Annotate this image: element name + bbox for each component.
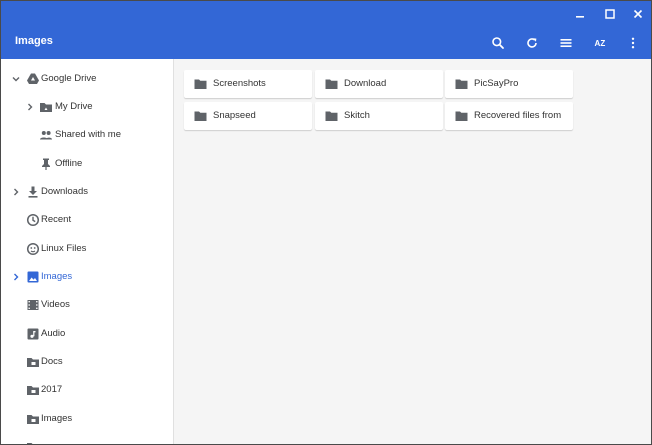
sidebar-item-images-folder[interactable]: Images [1,405,173,433]
sidebar-item-label: Shared with me [55,129,122,140]
audio-icon [27,328,39,340]
maximize-button[interactable] [595,3,625,25]
folder-icon [27,386,39,395]
sidebar-item-recent[interactable]: Recent [1,206,173,234]
sidebar-item-shared-with-me[interactable]: Shared with me [1,121,173,149]
folder-tile[interactable]: Download [315,70,443,98]
folder-icon [194,79,207,89]
sidebar-item-linux-files[interactable]: Linux Files [1,235,173,263]
folder-icon [27,358,39,367]
refresh-icon [527,38,537,48]
sidebar-item-label: Recent [41,214,72,225]
sidebar-item-label: Audio [41,328,66,339]
close-button[interactable] [623,3,651,25]
sidebar-item-label: Images [41,271,73,282]
sidebar-item-2017[interactable]: 2017 [1,376,173,404]
sidebar-item-label: Docs [41,356,63,367]
file-list-area: Screenshots Download PicSayPro Snapseed … [174,59,651,444]
folder-name: Skitch [344,110,370,121]
close-icon [633,9,643,19]
sort-az-icon: AZ [594,38,606,48]
folder-icon [27,415,39,424]
chevron-right-icon[interactable] [11,272,21,282]
sidebar-item-label: Google Drive [41,73,97,84]
list-view-icon [560,39,572,47]
current-folder-title: Images [15,35,53,47]
sidebar-item-partial[interactable] [1,433,173,444]
sidebar-item-docs[interactable]: Docs [1,348,173,376]
folder-icon [27,443,33,444]
clock-icon [26,213,40,227]
refresh-button[interactable] [520,31,544,55]
folder-name: Download [344,78,387,89]
sidebar-item-downloads[interactable]: Downloads [1,178,173,206]
sidebar-item-label: My Drive [55,101,93,112]
sidebar-item-label: Downloads [41,186,88,197]
image-icon [27,271,39,283]
my-drive-icon [40,103,52,112]
sidebar-item-audio[interactable]: Audio [1,320,173,348]
linux-icon [26,242,40,256]
folder-tile[interactable]: Skitch [315,102,443,130]
folder-name: Screenshots [213,78,266,89]
sidebar-item-offline[interactable]: Offline [1,150,173,178]
chevron-down-icon[interactable] [11,74,21,84]
maximize-icon [605,9,615,19]
sidebar-item-label: Offline [55,158,83,169]
navigation-sidebar: Google Drive My Drive Shared with me Off… [1,59,174,444]
sidebar-item-label: 2017 [41,384,63,395]
folder-tile[interactable]: Screenshots [184,70,312,98]
sidebar-item-my-drive[interactable]: My Drive [1,93,173,121]
more-options-button[interactable] [621,31,645,55]
video-icon [27,300,39,310]
download-icon [28,186,38,198]
chevron-right-icon[interactable] [25,102,35,112]
folder-tile[interactable]: Snapseed [184,102,312,130]
sidebar-item-google-drive[interactable]: Google Drive [1,65,173,93]
folder-icon [455,111,468,121]
google-drive-icon [27,73,39,84]
shared-people-icon [40,131,52,140]
folder-icon [325,79,338,89]
sort-button[interactable]: AZ [588,31,612,55]
minimize-button[interactable] [565,3,595,25]
app-toolbar: Images AZ [1,28,651,59]
window-titlebar [1,1,651,28]
folder-icon [455,79,468,89]
folder-name: PicSayPro [474,78,519,89]
folder-icon [194,111,207,121]
files-app-window: Images AZ Google Drive My Drive Shared w… [0,0,652,445]
sidebar-item-videos[interactable]: Videos [1,291,173,319]
search-button[interactable] [486,31,510,55]
pin-icon [42,158,50,170]
sidebar-item-label: Videos [41,299,70,310]
sidebar-item-label: Images [41,413,73,424]
sidebar-item-images[interactable]: Images [1,263,173,291]
folder-tile[interactable]: PicSayPro [445,70,573,98]
folder-icon [325,111,338,121]
chevron-right-icon[interactable] [11,187,21,197]
folder-name: Recovered files from [474,110,562,121]
folder-name: Snapseed [213,110,256,121]
search-icon [492,37,504,49]
minimize-icon [576,16,584,18]
sidebar-item-label: Linux Files [41,243,87,254]
folder-tile[interactable]: Recovered files from [445,102,573,130]
more-vert-icon [631,37,635,49]
list-view-button[interactable] [554,31,578,55]
